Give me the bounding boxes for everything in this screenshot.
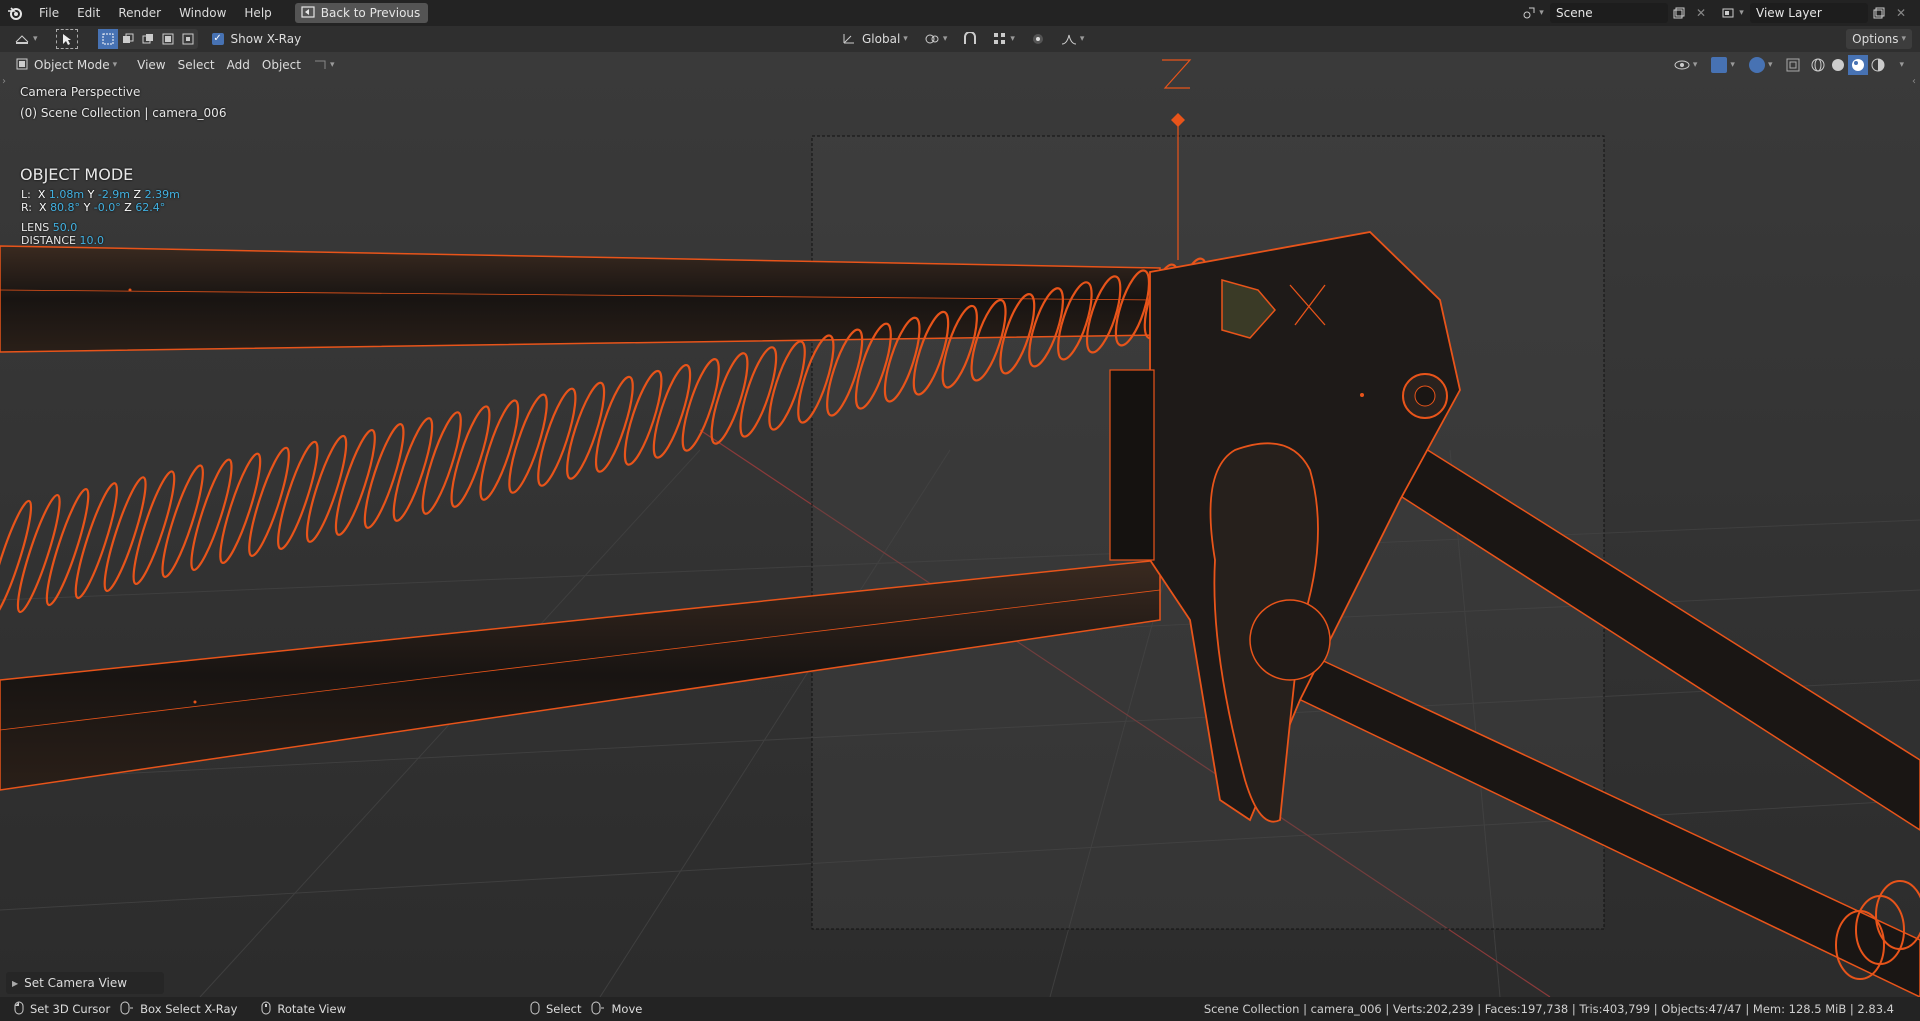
menu-help[interactable]: Help xyxy=(235,0,280,26)
object-mode-label: Object Mode xyxy=(34,58,110,72)
scene-icon[interactable]: ▾ xyxy=(1522,3,1544,23)
menu-file[interactable]: File xyxy=(30,0,68,26)
scene-collection-label: (0) Scene Collection | camera_006 xyxy=(20,106,227,120)
view-header: Object Mode ▾ View Select Add Object ▾ ▾ … xyxy=(0,52,1920,78)
distance-readout: DISTANCE 10.0 xyxy=(21,234,104,247)
scene-field[interactable]: Scene xyxy=(1550,3,1668,23)
view-layer-selector[interactable]: ▾ View Layer ✕ xyxy=(1722,3,1912,23)
camera-perspective-label: Camera Perspective xyxy=(20,85,141,99)
show-xray-toggle[interactable]: ✓ Show X-Ray xyxy=(206,29,308,49)
status-item-move: Move xyxy=(591,1001,642,1018)
back-to-previous-button[interactable]: Back to Previous xyxy=(294,3,429,23)
xray-checkbox-icon[interactable]: ✓ xyxy=(211,33,224,45)
menu-add[interactable]: Add xyxy=(221,55,256,75)
shading-mode-group xyxy=(1808,55,1889,75)
rotation-readout: R: X 80.8° Y -0.0° Z 62.4° xyxy=(21,201,166,214)
options-dropdown[interactable]: Options ▾ xyxy=(1846,29,1912,49)
menu-select[interactable]: Select xyxy=(172,55,221,75)
location-readout: L: X 1.08m Y -2.9m Z 2.39m xyxy=(21,188,180,201)
solid-shading-icon[interactable] xyxy=(1828,55,1848,75)
view-layer-icon[interactable]: ▾ xyxy=(1722,3,1744,23)
3d-viewport[interactable]: Camera Perspective (0) Scene Collection … xyxy=(0,52,1920,997)
delete-scene-icon[interactable]: ✕ xyxy=(1690,3,1712,23)
falloff-icon[interactable]: ▾ xyxy=(1055,29,1091,49)
object-mode-title: OBJECT MODE xyxy=(20,165,134,184)
proportional-icon[interactable] xyxy=(1025,29,1051,49)
menu-render[interactable]: Render xyxy=(109,0,170,26)
overlays-icon[interactable]: ▾ xyxy=(1743,55,1779,75)
scene-selector[interactable]: ▾ Scene ✕ xyxy=(1522,3,1712,23)
last-operation-panel[interactable]: ▶ Set Camera View xyxy=(6,972,164,994)
lens-readout: LENS 50.0 xyxy=(21,221,78,234)
menu-view[interactable]: View xyxy=(131,55,171,75)
menu-object[interactable]: Object xyxy=(256,55,307,75)
pivot-icon[interactable]: ▾ xyxy=(918,29,954,49)
select-invert-icon[interactable] xyxy=(158,29,178,49)
object-mode-dropdown[interactable]: Object Mode ▾ xyxy=(10,55,123,75)
selection-mode-group xyxy=(97,29,198,49)
status-bar: Set 3D Cursor Box Select X-Ray Rotate Vi… xyxy=(0,997,1920,1021)
mouse-drag-icon xyxy=(120,1001,134,1018)
back-to-previous-label: Back to Previous xyxy=(320,6,421,20)
mouse-left-icon xyxy=(14,1001,24,1018)
menu-edit[interactable]: Edit xyxy=(68,0,109,26)
select-extend-icon[interactable] xyxy=(118,29,138,49)
mouse-drag-icon xyxy=(591,1001,605,1018)
camera-back-icon xyxy=(301,5,315,21)
select-intersect-icon[interactable] xyxy=(178,29,198,49)
snap-icon[interactable] xyxy=(957,29,983,49)
options-label: Options xyxy=(1852,32,1899,46)
status-item-cursor: Set 3D Cursor xyxy=(14,1001,110,1018)
object-mode-icon xyxy=(16,58,28,73)
orientation-value: Global xyxy=(862,32,901,46)
visibility-icon[interactable]: ▾ xyxy=(1668,55,1704,75)
panel-expand-icon[interactable]: ▶ xyxy=(12,979,18,988)
select-subtract-icon[interactable] xyxy=(138,29,158,49)
menu-window[interactable]: Window xyxy=(170,0,235,26)
rendered-shading-icon[interactable] xyxy=(1868,55,1888,75)
object-type-visibility-icon[interactable]: ▾ xyxy=(307,55,341,75)
shading-options-icon[interactable]: ▾ xyxy=(1890,55,1910,75)
select-tool-icon[interactable] xyxy=(50,29,84,49)
new-scene-icon[interactable] xyxy=(1668,3,1690,23)
status-item-box-select: Box Select X-Ray xyxy=(120,1001,237,1018)
blender-logo-icon[interactable] xyxy=(0,0,30,26)
editor-type-button[interactable]: ▾ xyxy=(8,29,44,49)
mouse-middle-icon xyxy=(261,1001,271,1018)
gizmo-icon[interactable]: ▾ xyxy=(1705,55,1741,75)
bracket-plate xyxy=(1109,369,1155,561)
last-operation-label: Set Camera View xyxy=(24,976,128,990)
top-bar: File Edit Render Window Help Back to Pre… xyxy=(0,0,1920,26)
view-layer-field[interactable]: View Layer xyxy=(1750,3,1868,23)
delete-view-layer-icon[interactable]: ✕ xyxy=(1890,3,1912,23)
select-new-icon[interactable] xyxy=(97,29,118,49)
wireframe-shading-icon[interactable] xyxy=(1808,55,1828,75)
tool-header: ▾ ✓ Show X-Ray Global ▾ ▾ ▾ ▾ Options ▾ xyxy=(0,26,1920,52)
show-xray-label: Show X-Ray xyxy=(230,32,302,46)
orientation-icon xyxy=(842,31,856,48)
viewport-scene[interactable] xyxy=(0,52,1920,997)
status-item-select: Select xyxy=(530,1001,581,1018)
new-view-layer-icon[interactable] xyxy=(1868,3,1890,23)
mouse-left-icon xyxy=(530,1001,540,1018)
snap-target-icon[interactable]: ▾ xyxy=(987,29,1021,49)
orientation-dropdown[interactable]: Global ▾ xyxy=(836,29,914,49)
scene-statistics: Scene Collection | camera_006 | Verts:20… xyxy=(1203,1002,1894,1016)
material-shading-icon[interactable] xyxy=(1848,55,1869,75)
status-item-rotate: Rotate View xyxy=(261,1001,346,1018)
xray-toggle-icon[interactable] xyxy=(1780,55,1806,75)
